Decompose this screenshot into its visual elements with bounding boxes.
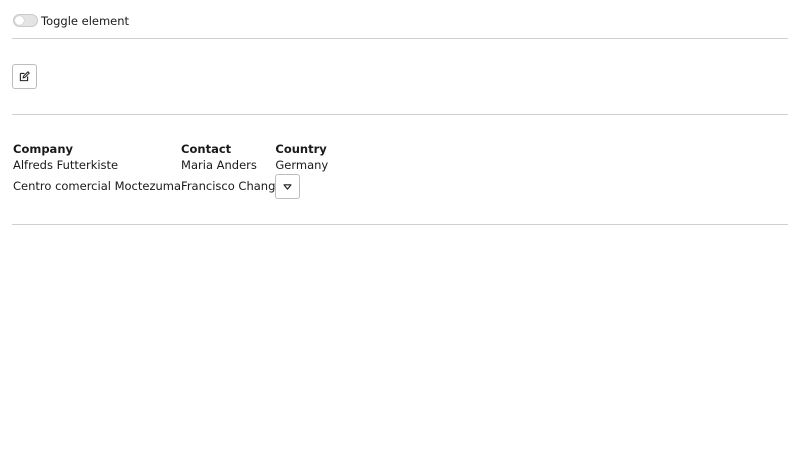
divider [12,224,788,225]
country-dropdown-button[interactable] [275,174,301,199]
cell-country: Germany [275,158,329,172]
column-header-contact: Contact [181,142,232,156]
toggle-row: Toggle element [12,10,788,31]
divider [12,114,788,115]
divider [12,38,788,39]
cell-company: Alfreds Futterkiste [13,158,119,172]
column-header-country: Country [275,142,327,156]
cell-contact: Maria Anders [181,158,257,172]
edit-icon [19,71,30,82]
toggle-knob [15,16,24,25]
table-row: Alfreds Futterkiste Maria Anders Germany [13,157,328,173]
edit-button[interactable] [12,64,37,89]
chevron-down-icon [283,183,292,190]
toggle-switch[interactable] [13,14,38,27]
column-header-company: Company [13,142,73,156]
page: Toggle element Company Contact Country A… [0,10,800,450]
toggle-label: Toggle element [41,13,130,28]
cell-country [275,173,328,199]
cell-company: Centro comercial Moctezuma [13,179,182,193]
cell-contact: Francisco Chang [181,179,276,193]
table-row: Centro comercial Moctezuma Francisco Cha… [13,173,328,199]
table-header-row: Company Contact Country [13,141,328,157]
data-table: Company Contact Country Alfreds Futterki… [13,141,328,199]
